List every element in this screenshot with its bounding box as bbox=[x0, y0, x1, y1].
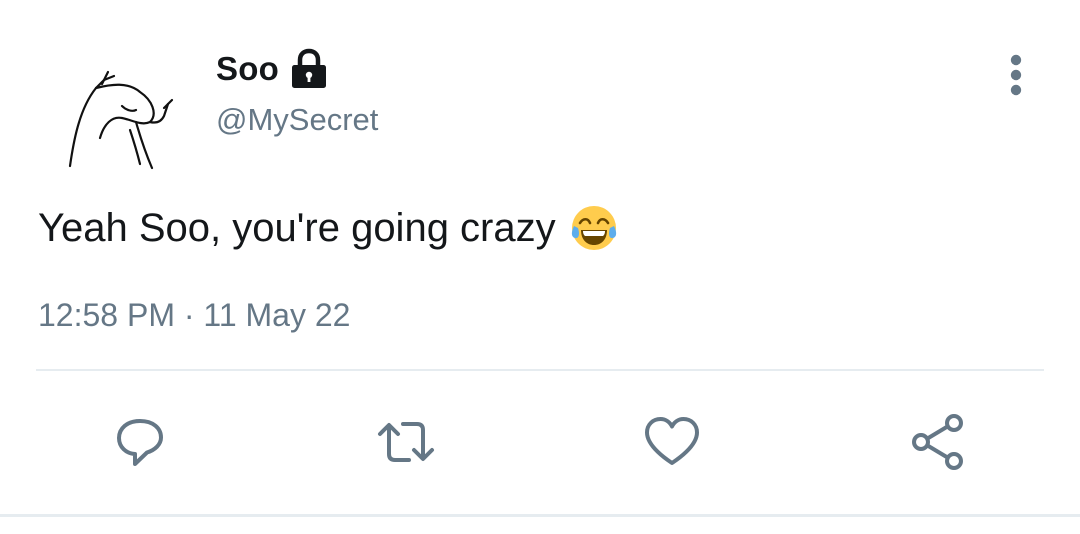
retweet-icon bbox=[378, 422, 434, 462]
comment-icon bbox=[117, 419, 163, 466]
divider bbox=[36, 369, 1044, 371]
more-options-button[interactable] bbox=[996, 52, 1036, 98]
tears-of-joy-emoji-icon bbox=[570, 204, 618, 252]
lock-icon bbox=[289, 48, 329, 90]
tweet-text-content: Yeah Soo, you're going crazy bbox=[38, 206, 556, 250]
tweet-author: Soo @MySecret bbox=[216, 44, 378, 138]
heart-icon bbox=[645, 417, 699, 465]
divider bbox=[0, 514, 1080, 517]
share-icon bbox=[912, 414, 963, 470]
name-row: Soo bbox=[216, 44, 378, 94]
retweet-button[interactable] bbox=[374, 410, 438, 474]
tweet-text: Yeah Soo, you're going crazy bbox=[38, 200, 618, 256]
more-vertical-icon bbox=[1010, 54, 1022, 96]
reply-button[interactable] bbox=[108, 410, 172, 474]
tweet-timestamp[interactable]: 12:58 PM · 11 May 22 bbox=[38, 297, 350, 334]
sketch-avatar-icon bbox=[68, 70, 174, 170]
handle[interactable]: @MySecret bbox=[216, 102, 378, 138]
share-button[interactable] bbox=[906, 410, 970, 474]
avatar[interactable] bbox=[56, 58, 186, 176]
like-button[interactable] bbox=[640, 410, 704, 474]
display-name[interactable]: Soo bbox=[216, 50, 279, 88]
